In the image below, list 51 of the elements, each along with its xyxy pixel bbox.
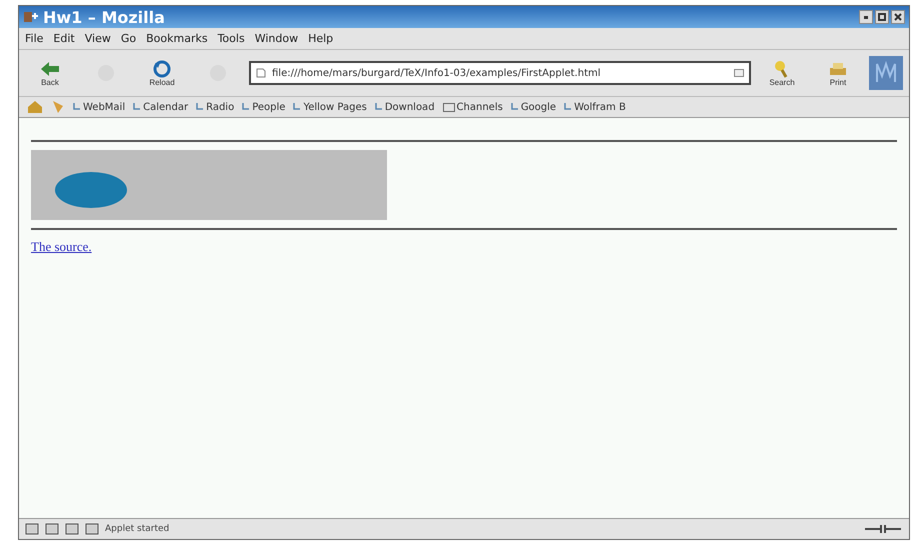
bookmark-link[interactable]: Google — [510, 102, 556, 112]
component-bar-icon[interactable] — [25, 523, 39, 535]
source-link[interactable]: The source. — [31, 239, 92, 254]
bookmark-link[interactable]: People — [242, 102, 286, 112]
status-text: Applet started — [105, 524, 170, 534]
print-button[interactable]: Print — [813, 60, 863, 86]
back-button[interactable]: Back — [25, 60, 75, 86]
bookmark-link[interactable]: Radio — [196, 102, 234, 112]
menu-item[interactable]: Edit — [53, 32, 75, 45]
menu-item[interactable]: View — [84, 32, 111, 45]
maximize-button[interactable] — [875, 10, 889, 24]
component-bar-icon[interactable] — [85, 523, 99, 535]
bookmark-icon — [374, 102, 383, 112]
bookmark-icon — [73, 102, 81, 112]
bookmark-link[interactable]: Channels — [442, 102, 503, 112]
bookmark-icon — [196, 102, 204, 112]
menu-item[interactable]: Help — [308, 32, 334, 45]
arrow-icon — [39, 60, 61, 78]
bookmark-link[interactable]: Wolfram B — [564, 102, 626, 112]
search-button[interactable]: Search — [757, 60, 807, 86]
folder-icon — [442, 102, 455, 112]
address-field[interactable]: file:///home/mars/burgard/TeX/Info1-03/examples/FirstApplet.html — [249, 61, 751, 85]
app-icon — [23, 10, 39, 24]
bookmark-icon — [242, 102, 250, 112]
connection-icon — [863, 522, 903, 536]
reload-icon — [151, 60, 173, 78]
menu-item[interactable]: Bookmarks — [146, 32, 208, 45]
page-icon — [256, 68, 266, 78]
menu-item[interactable]: Window — [254, 32, 298, 45]
maximize-icon — [878, 13, 886, 21]
close-button[interactable] — [891, 10, 905, 24]
bookmark-icon — [133, 102, 142, 112]
menu-item[interactable]: Tools — [218, 32, 245, 45]
bookmark-icon — [564, 102, 572, 112]
bookmark-icon — [510, 102, 519, 112]
bookmark-link[interactable]: WebMail — [73, 102, 126, 112]
throbber-logo-icon — [869, 56, 903, 90]
menu-item[interactable]: Go — [120, 32, 136, 45]
reload-button[interactable]: Reload — [137, 60, 187, 86]
bookmark-link[interactable]: Calendar — [133, 102, 188, 112]
dropdown-icon — [734, 69, 744, 77]
bookmark-icon — [293, 102, 302, 112]
menu-item[interactable]: File — [25, 32, 44, 45]
component-bar-icon[interactable] — [65, 523, 79, 535]
bookmark-link[interactable]: Yellow Pages — [293, 102, 367, 112]
window-title: Hw1 – Mozilla — [43, 8, 165, 26]
close-icon — [894, 13, 902, 21]
minimize-button[interactable] — [859, 10, 873, 24]
minimize-icon — [862, 13, 870, 21]
component-bar-icon[interactable] — [45, 523, 59, 535]
bookmark-link[interactable]: Download — [374, 102, 435, 112]
